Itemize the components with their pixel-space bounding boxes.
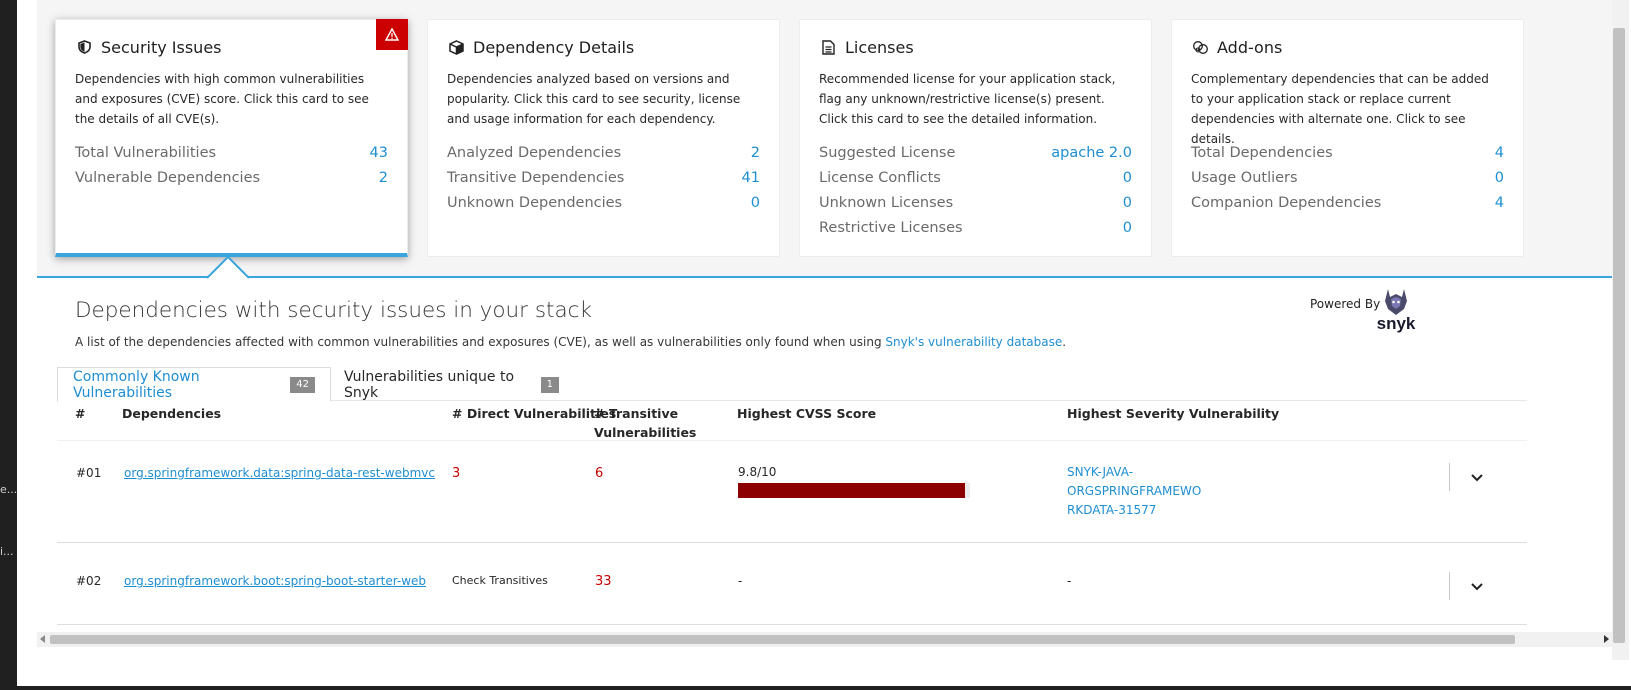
metric-suggested-license: Suggested License apache 2.0 [819, 145, 1132, 161]
scroll-left-arrow-icon[interactable] [40, 635, 45, 643]
metric-unknown-licenses: Unknown Licenses 0 [819, 195, 1132, 211]
header-severity: Highest Severity Vulnerability [1067, 406, 1280, 421]
metric-analyzed-dependencies: Analyzed Dependencies 2 [447, 145, 760, 161]
tab-commonly-known[interactable]: Commonly Known Vulnerabilities 42 [57, 367, 331, 402]
left-panel-text-1: e... [0, 483, 17, 496]
metric-total-dependencies: Total Dependencies 4 [1191, 145, 1504, 161]
metric-restrictive-licenses: Restrictive Licenses 0 [819, 220, 1132, 236]
header-cvss: Highest CVSS Score [737, 406, 877, 421]
metric-vulnerable-dependencies: Vulnerable Dependencies 2 [75, 170, 388, 186]
header-dependencies: Dependencies [122, 406, 222, 421]
transitive-vulnerabilities: 6 [595, 466, 604, 481]
summary-cards-band: Security Issues Dependencies with high c… [37, 0, 1612, 278]
card-title: Security Issues [101, 37, 222, 57]
cvss-score-bar [738, 483, 970, 498]
severity-vulnerability-link[interactable]: SNYK-JAVA- ORGSPRINGFRAMEWO RKDATA-31577 [1067, 463, 1201, 520]
chevron-down-icon[interactable] [1469, 470, 1485, 486]
cube-icon [447, 38, 465, 56]
dependency-details-card[interactable]: Dependency Details Dependencies analyzed… [427, 19, 780, 257]
snyk-logo: snyk [1372, 285, 1422, 335]
row-divider [1449, 572, 1450, 600]
bottom-window-edge [0, 686, 1631, 690]
cvss-score-text: 9.8/10 [738, 465, 777, 479]
chevron-down-icon[interactable] [1469, 579, 1485, 595]
metric-total-vulnerabilities: Total Vulnerabilities 43 [75, 145, 388, 161]
left-panel-text-2: i... [0, 545, 14, 558]
tab-count-badge: 42 [290, 376, 315, 393]
warning-triangle-icon [376, 19, 408, 50]
active-card-caret [207, 255, 249, 279]
left-panel-strip: e... i... [0, 0, 17, 690]
metric-companion-dependencies: Companion Dependencies 4 [1191, 195, 1504, 211]
metric-license-conflicts: License Conflicts 0 [819, 170, 1132, 186]
scroll-right-arrow-icon[interactable] [1604, 635, 1609, 643]
add-ons-card[interactable]: Add-ons Complementary dependencies that … [1171, 19, 1524, 257]
snyk-database-link[interactable]: Snyk's vulnerability database [885, 335, 1062, 349]
document-icon [819, 38, 837, 56]
section-description: A list of the dependencies affected with… [75, 335, 1067, 349]
horizontal-scrollbar[interactable] [37, 632, 1612, 647]
powered-by-label: Powered By [1310, 297, 1381, 311]
cvss-score-bar-fill [738, 483, 966, 498]
shield-icon [75, 38, 93, 56]
metric-usage-outliers: Usage Outliers 0 [1191, 170, 1504, 186]
transitive-vulnerabilities: 33 [595, 574, 612, 589]
row-divider [1449, 463, 1450, 491]
tab-unique-to-snyk[interactable]: Vulnerabilities unique to Snyk 1 [329, 367, 574, 402]
row-number: #02 [76, 574, 102, 588]
table-row[interactable]: #02 org.springframework.boot:spring-boot… [57, 544, 1527, 625]
card-description: Dependencies with high common vulnerabil… [75, 72, 369, 126]
cubes-icon [1191, 38, 1209, 56]
card-description: Recommended license for your application… [819, 72, 1116, 126]
card-title: Dependency Details [473, 37, 635, 57]
cvss-score-text: - [738, 574, 743, 588]
card-description: Complementary dependencies that can be a… [1191, 72, 1489, 146]
svg-text:snyk: snyk [1377, 314, 1416, 333]
licenses-card[interactable]: Licenses Recommended license for your ap… [799, 19, 1152, 257]
stack-analysis-view: Security Issues Dependencies with high c… [37, 0, 1612, 660]
direct-vulnerabilities: 3 [452, 466, 461, 481]
card-title: Licenses [845, 37, 914, 57]
header-transitive-1: # Transitive [594, 406, 679, 421]
section-title: Dependencies with security issues in you… [75, 298, 592, 323]
dependency-link[interactable]: org.springframework.data:spring-data-res… [124, 466, 435, 480]
horizontal-scroll-thumb[interactable] [50, 635, 1515, 644]
header-num: # [75, 406, 86, 421]
vulnerability-tabs: Commonly Known Vulnerabilities 42 Vulnera… [57, 367, 1527, 402]
header-direct: # Direct Vulnerabilities [452, 406, 617, 421]
direct-vulnerabilities: Check Transitives [452, 574, 548, 587]
card-description: Dependencies analyzed based on versions … [447, 72, 741, 126]
tab-count-badge: 1 [540, 376, 559, 393]
row-number: #01 [76, 466, 102, 480]
table-row[interactable]: #01 org.springframework.data:spring-data… [57, 440, 1527, 543]
card-title: Add-ons [1217, 37, 1283, 57]
dependency-link[interactable]: org.springframework.boot:spring-boot-sta… [124, 574, 426, 588]
metric-unknown-dependencies: Unknown Dependencies 0 [447, 195, 760, 211]
security-issues-card[interactable]: Security Issues Dependencies with high c… [55, 19, 408, 257]
severity-vulnerability-text: - [1067, 574, 1072, 588]
vertical-scroll-thumb[interactable] [1613, 28, 1625, 643]
metric-transitive-dependencies: Transitive Dependencies 41 [447, 170, 760, 186]
